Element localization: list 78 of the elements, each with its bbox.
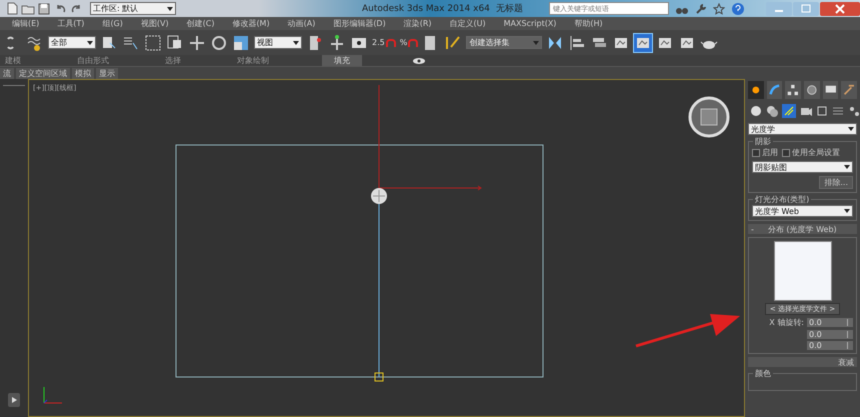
menu-item[interactable]: 修改器(M) <box>232 18 270 29</box>
menu-item[interactable]: 工具(T) <box>57 18 84 29</box>
menu-item[interactable]: 自定义(U) <box>450 18 486 29</box>
scale-icon[interactable] <box>232 34 250 52</box>
axis-tripod-icon <box>41 385 65 405</box>
menu-item[interactable]: 创建(C) <box>186 18 214 29</box>
shadow-type-dropdown[interactable]: 阴影贴图 <box>752 161 853 173</box>
star-icon[interactable] <box>712 2 725 14</box>
menu-item[interactable]: 编辑(E) <box>12 18 40 29</box>
play-icon[interactable] <box>8 393 20 407</box>
manipulate-icon[interactable] <box>328 34 346 52</box>
checkbox[interactable]: 使用全局设置 <box>782 147 840 158</box>
menu-item[interactable]: 组(G) <box>102 18 123 29</box>
rotation-spinner[interactable]: 0.0 <box>807 330 853 339</box>
motion-tab-icon[interactable] <box>804 81 820 99</box>
window-crossing-icon[interactable] <box>166 34 184 52</box>
folder-icon[interactable] <box>21 2 35 14</box>
ribbon-tab[interactable]: 填充 <box>322 55 362 66</box>
menu-item[interactable]: 图形编辑器(D) <box>333 18 386 29</box>
ribbon-button[interactable]: 流 <box>0 68 14 78</box>
ribbon-tab[interactable]: 自由形式 <box>74 55 112 66</box>
window-title: Autodesk 3ds Max 2014 x64 <box>362 4 490 14</box>
rollout-header[interactable]: - 分布 (光度学 Web) <box>748 224 857 234</box>
named-selection-dropdown[interactable]: 创建选择集 <box>466 36 542 49</box>
move-icon[interactable] <box>188 34 206 52</box>
group-title: 灯光分布(类型) <box>753 194 812 205</box>
modify-tab-icon[interactable] <box>766 81 782 99</box>
help-icon[interactable] <box>730 2 745 16</box>
checkbox[interactable]: 启用 <box>752 147 778 158</box>
rotation-spinner[interactable]: 0.0 <box>807 318 853 327</box>
menu-item[interactable]: 帮助(H) <box>574 18 603 29</box>
ribbon-tab[interactable]: 建模 <box>2 55 24 66</box>
close-icon[interactable] <box>820 2 860 16</box>
shapes-icon[interactable] <box>766 105 778 117</box>
save-icon[interactable] <box>38 2 50 14</box>
camera-icon[interactable] <box>800 105 812 117</box>
rollout-header[interactable]: 衰减 <box>748 357 857 367</box>
workspace-dropdown[interactable]: 工作区: 默认 <box>90 2 176 15</box>
snap-toggle[interactable]: 2.5 <box>372 38 396 47</box>
distribution-dropdown[interactable]: 光度学 Web <box>752 205 853 217</box>
menu-item[interactable]: 动画(A) <box>288 18 316 29</box>
snap-toggle[interactable]: % <box>400 38 418 47</box>
display-tab-icon[interactable] <box>822 81 838 99</box>
systems-icon[interactable] <box>848 105 860 117</box>
rotate-icon[interactable] <box>210 34 228 52</box>
utilities-tab-icon[interactable] <box>841 81 858 99</box>
group-title: 阴影 <box>753 136 773 147</box>
exclude-button[interactable]: 排除... <box>819 176 853 189</box>
group-title: 颜色 <box>753 368 773 379</box>
ribbon-tab[interactable]: 对象绘制 <box>234 55 272 66</box>
menu-item[interactable]: 视图(V) <box>140 18 169 29</box>
align-icon[interactable] <box>568 34 586 52</box>
helper-icon[interactable] <box>816 105 828 117</box>
category-dropdown[interactable]: 光度学 <box>748 123 857 135</box>
wrench-icon[interactable] <box>694 2 707 14</box>
viewcube-icon[interactable] <box>687 95 731 139</box>
menu-item[interactable]: 渲染(R) <box>404 18 432 29</box>
ribbon-tab[interactable]: 选择 <box>162 55 184 66</box>
hierarchy-tab-icon[interactable] <box>785 81 802 99</box>
create-tab-icon[interactable] <box>748 81 764 99</box>
light-icon[interactable] <box>782 104 796 118</box>
edit-named-selection-icon[interactable] <box>444 34 462 52</box>
web-preview <box>774 241 832 301</box>
spacewarp-icon[interactable] <box>832 105 844 117</box>
rotation-spinner[interactable]: 0.0 <box>807 341 853 350</box>
rectangle-selection-icon[interactable] <box>144 34 162 52</box>
reference-coordinate-dropdown[interactable]: 视图 <box>254 36 302 49</box>
eye-icon[interactable] <box>412 56 428 66</box>
render-tool-icon[interactable] <box>634 34 652 52</box>
ribbon-button[interactable]: 模拟 <box>72 68 94 78</box>
ribbon-button[interactable]: 定义空间区域 <box>16 68 70 78</box>
ribbon-button[interactable]: 显示 <box>96 68 118 78</box>
document-title: 无标题 <box>496 2 523 15</box>
document-icon[interactable] <box>6 2 18 15</box>
menu-item[interactable]: MAXScript(X) <box>504 19 556 28</box>
sphere-icon[interactable] <box>750 105 762 117</box>
field-label: X 轴旋转: <box>769 317 804 328</box>
selection-filter-dropdown[interactable]: 全部 <box>48 36 96 49</box>
